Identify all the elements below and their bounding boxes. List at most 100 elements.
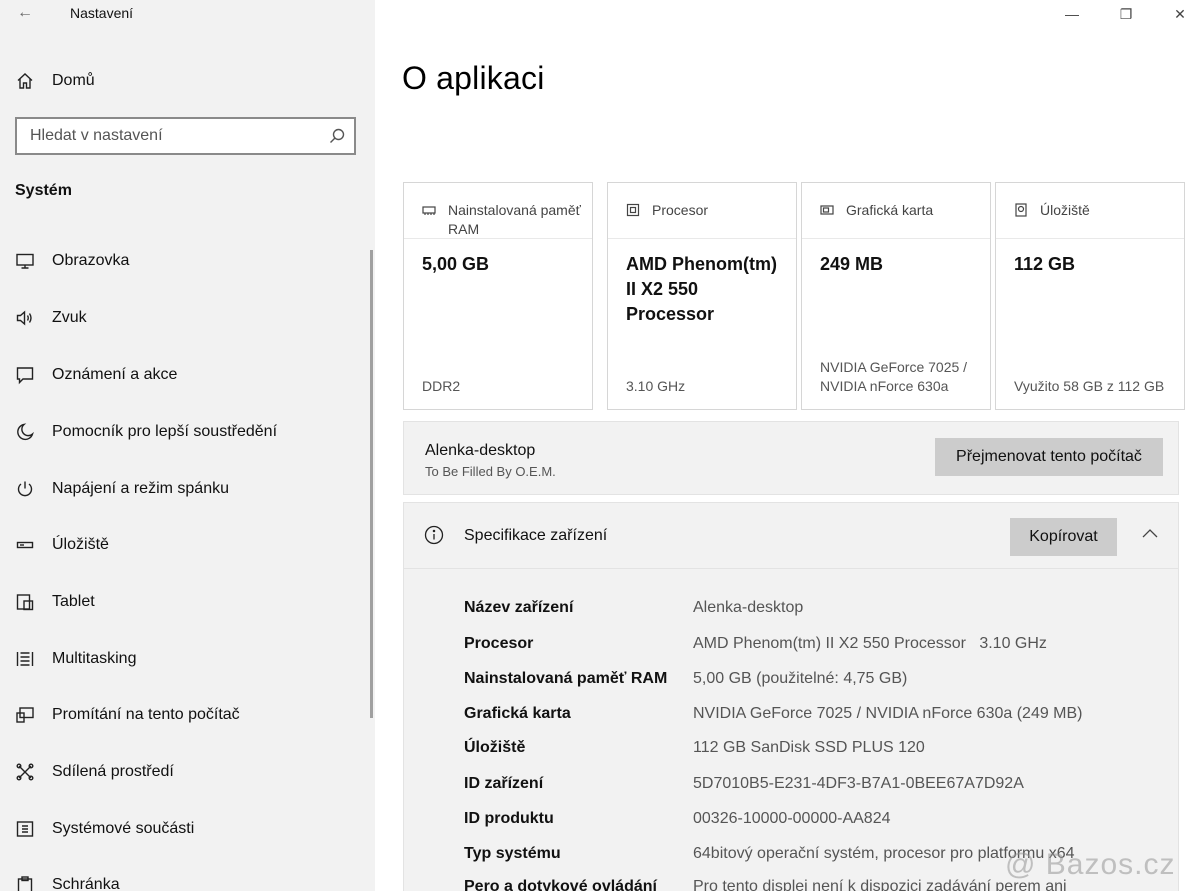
card-value: 5,00 GB xyxy=(422,254,490,274)
spec-key: Úložiště xyxy=(464,739,526,756)
spec-key: Název zařízení xyxy=(464,599,574,616)
sidebar-item-projecting[interactable]: Promítání na tento počítač xyxy=(0,695,375,735)
search-input[interactable] xyxy=(17,119,317,153)
sidebar-item-storage[interactable]: Úložiště xyxy=(0,525,375,565)
close-icon: ✕ xyxy=(1174,6,1186,22)
card-subtitle: NVIDIA GeForce 7025 / NVIDIA nForce 630a xyxy=(820,359,968,394)
sidebar-item-label: Pomocník pro lepší soustředění xyxy=(52,423,278,440)
sidebar-item-sound[interactable]: Zvuk xyxy=(0,298,375,338)
spec-value: 00326-10000-00000-AA824 xyxy=(693,810,891,827)
spec-value: NVIDIA GeForce 7025 / NVIDIA nForce 630a… xyxy=(693,705,1083,722)
spec-value: Alenka-desktop xyxy=(693,599,804,616)
sidebar-item-label: Multitasking xyxy=(52,650,137,667)
clipboard-icon xyxy=(14,874,36,891)
card-title: Nainstalovaná paměť RAM xyxy=(448,202,581,237)
sidebar-item-power-sleep[interactable]: Napájení a režim spánku xyxy=(0,469,375,509)
card-subtitle: Využito 58 GB z 112 GB xyxy=(1014,378,1165,394)
pc-manufacturer: To Be Filled By O.E.M. xyxy=(425,464,556,479)
home-icon xyxy=(14,70,36,92)
ram-card: Nainstalovaná paměť RAM 5,00 GB DDR2 xyxy=(403,182,593,410)
back-button[interactable]: ← xyxy=(14,2,36,24)
monitor-icon xyxy=(14,250,36,272)
sidebar-item-label: Tablet xyxy=(52,593,95,610)
spec-row: Nainstalovaná paměť RAM 5,00 GB (použite… xyxy=(464,670,1164,698)
graphics-card: Grafická karta 249 MB NVIDIA GeForce 702… xyxy=(801,182,991,410)
sidebar-item-label: Zvuk xyxy=(52,309,87,326)
spec-row: ID zařízení 5D7010B5-E231-4DF3-B7A1-0BEE… xyxy=(464,775,1164,803)
card-title: Procesor xyxy=(652,202,709,218)
rename-pc-button[interactable]: Přejmenovat tento počítač xyxy=(935,438,1163,476)
window-title: Nastavení xyxy=(70,5,134,21)
sidebar-item-display[interactable]: Obrazovka xyxy=(0,241,375,281)
drive-icon xyxy=(1014,203,1028,217)
sidebar-item-label: Úložiště xyxy=(52,536,109,553)
section-label: Systém xyxy=(15,182,72,199)
sidebar-item-tablet[interactable]: Tablet xyxy=(0,582,375,622)
maximize-button[interactable]: ❐ xyxy=(1111,2,1141,26)
sidebar-item-focus-assist[interactable]: Pomocník pro lepší soustředění xyxy=(0,412,375,452)
card-subtitle: 3.10 GHz xyxy=(626,378,686,394)
spec-row: ID produktu 00326-10000-00000-AA824 xyxy=(464,810,1164,838)
spec-header[interactable]: Specifikace zařízení Kopírovat xyxy=(404,503,1178,569)
card-value: 112 GB xyxy=(1014,254,1076,274)
spec-value: AMD Phenom(tm) II X2 550 Processor 3.10 … xyxy=(693,635,1047,652)
spec-row: Procesor AMD Phenom(tm) II X2 550 Proces… xyxy=(464,635,1164,663)
storage-icon xyxy=(14,534,36,556)
speaker-icon xyxy=(14,307,36,329)
sidebar: ← Nastavení Domů Systém Obrazovka Zvuk O… xyxy=(0,0,375,891)
sidebar-item-label: Schránka xyxy=(52,876,120,891)
sidebar-item-label: Systémové součásti xyxy=(52,820,195,837)
page-title: O aplikaci xyxy=(402,60,545,96)
spec-key: Procesor xyxy=(464,635,534,652)
sidebar-item-label: Oznámení a akce xyxy=(52,366,178,383)
spec-key: Grafická karta xyxy=(464,705,571,722)
graphics-card-icon xyxy=(820,203,834,217)
card-title: Grafická karta xyxy=(846,202,934,218)
watermark: @ Bazos.cz xyxy=(1005,848,1176,881)
close-button[interactable]: ✕ xyxy=(1165,2,1195,26)
sidebar-item-system-components[interactable]: Systémové součásti xyxy=(0,809,375,849)
copy-button[interactable]: Kopírovat xyxy=(1010,518,1117,556)
spec-title: Specifikace zařízení xyxy=(464,527,608,544)
search-box xyxy=(15,117,356,155)
spec-row: Grafická karta NVIDIA GeForce 7025 / NVI… xyxy=(464,705,1164,733)
sidebar-item-home[interactable]: Domů xyxy=(0,61,375,101)
multitasking-icon xyxy=(14,648,36,670)
pc-name: Alenka-desktop xyxy=(425,442,536,459)
sidebar-item-label: Promítání na tento počítač xyxy=(52,706,240,723)
minimize-icon: — xyxy=(1065,6,1079,22)
sidebar-item-multitasking[interactable]: Multitasking xyxy=(0,639,375,679)
notification-icon xyxy=(14,364,36,386)
sidebar-item-notifications[interactable]: Oznámení a akce xyxy=(0,355,375,395)
card-header: Úložiště xyxy=(996,183,1184,239)
card-subtitle: DDR2 xyxy=(422,378,461,394)
processor-icon xyxy=(626,203,640,217)
sidebar-item-label: Sdílená prostředí xyxy=(52,763,174,780)
system-components-icon xyxy=(14,818,36,840)
arrow-left-icon: ← xyxy=(17,4,33,21)
sidebar-item-label: Napájení a režim spánku xyxy=(52,480,229,497)
spec-key: Nainstalovaná paměť RAM xyxy=(464,670,668,687)
chevron-up-icon[interactable] xyxy=(1139,523,1161,545)
storage-card: Úložiště 112 GB Využito 58 GB z 112 GB xyxy=(995,182,1185,410)
pc-name-bar: Alenka-desktop To Be Filled By O.E.M. Př… xyxy=(403,421,1179,495)
tablet-icon xyxy=(14,591,36,613)
processor-card: Procesor AMD Phenom(tm) II X2 550 Proces… xyxy=(607,182,797,410)
spec-key: ID produktu xyxy=(464,810,554,827)
shared-experiences-icon xyxy=(14,761,36,783)
restore-icon: ❐ xyxy=(1119,6,1133,22)
spec-value: 5D7010B5-E231-4DF3-B7A1-0BEE67A7D92A xyxy=(693,775,1024,792)
card-header: Grafická karta xyxy=(802,183,990,239)
minimize-button[interactable]: — xyxy=(1057,2,1087,26)
card-value: 249 MB xyxy=(820,254,884,274)
sidebar-item-shared-experiences[interactable]: Sdílená prostředí xyxy=(0,752,375,792)
sidebar-item-clipboard[interactable]: Schránka xyxy=(0,865,375,891)
sidebar-scrollbar[interactable] xyxy=(370,250,373,718)
card-header: Nainstalovaná paměť RAM xyxy=(404,183,592,239)
device-specifications-panel: Specifikace zařízení Kopírovat Název zař… xyxy=(403,502,1179,891)
sidebar-item-label: Obrazovka xyxy=(52,252,130,269)
search-icon[interactable] xyxy=(328,127,346,145)
card-value: AMD Phenom(tm) II X2 550 Processor xyxy=(626,254,777,324)
card-title: Úložiště xyxy=(1040,202,1090,218)
spec-key: Pero a dotykové ovládání xyxy=(464,878,657,891)
